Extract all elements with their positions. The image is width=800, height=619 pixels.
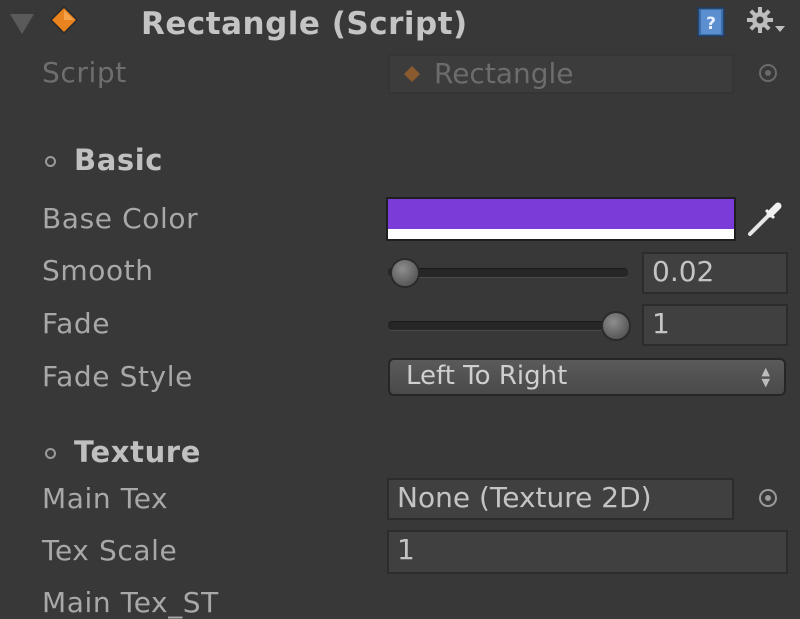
foldout-arrow-icon[interactable]: [10, 14, 34, 34]
main-tex-picker-icon[interactable]: [759, 489, 777, 507]
tex-scale-field[interactable]: 1: [387, 530, 788, 574]
script-value: Rectangle: [434, 57, 574, 90]
script-diamond-icon: [404, 66, 420, 82]
gear-icon[interactable]: [745, 4, 787, 40]
orange-diamond-icon[interactable]: [50, 6, 78, 34]
base-color-field[interactable]: [386, 197, 736, 241]
main-tex-label: Main Tex: [42, 482, 169, 515]
help-book-icon[interactable]: ?: [695, 6, 727, 38]
section-bullet-icon: [45, 156, 56, 167]
fade-slider-track[interactable]: [388, 321, 628, 331]
smooth-slider-knob[interactable]: [390, 258, 420, 288]
script-label: Script: [42, 56, 127, 89]
main-tex-st-label: Main Tex_ST: [42, 586, 219, 619]
fade-slider-knob[interactable]: [601, 311, 631, 341]
smooth-slider-track[interactable]: [388, 268, 628, 278]
base-color-swatch: [388, 199, 734, 229]
script-field[interactable]: Rectangle: [388, 54, 734, 94]
component-title: Rectangle (Script): [141, 6, 468, 42]
script-picker-icon[interactable]: [759, 64, 777, 82]
svg-text:?: ?: [706, 14, 716, 34]
main-tex-field[interactable]: None (Texture 2D): [387, 478, 734, 520]
dropdown-arrows-icon: ▲ ▼: [761, 365, 770, 389]
tex-scale-label: Tex Scale: [42, 534, 178, 567]
fade-value-field[interactable]: 1: [642, 304, 788, 346]
fade-label: Fade: [42, 307, 111, 340]
section-basic-header: Basic: [74, 143, 164, 177]
base-color-label: Base Color: [42, 202, 199, 235]
fade-style-dropdown[interactable]: Left To Right ▲ ▼: [388, 358, 786, 396]
fade-style-label: Fade Style: [42, 360, 193, 393]
smooth-value-field[interactable]: 0.02: [642, 252, 788, 294]
fade-style-selected: Left To Right: [406, 361, 568, 391]
eyedropper-icon[interactable]: [744, 198, 786, 240]
section-texture-header: Texture: [74, 435, 201, 469]
section-bullet-icon: [45, 448, 56, 459]
smooth-label: Smooth: [42, 254, 154, 287]
